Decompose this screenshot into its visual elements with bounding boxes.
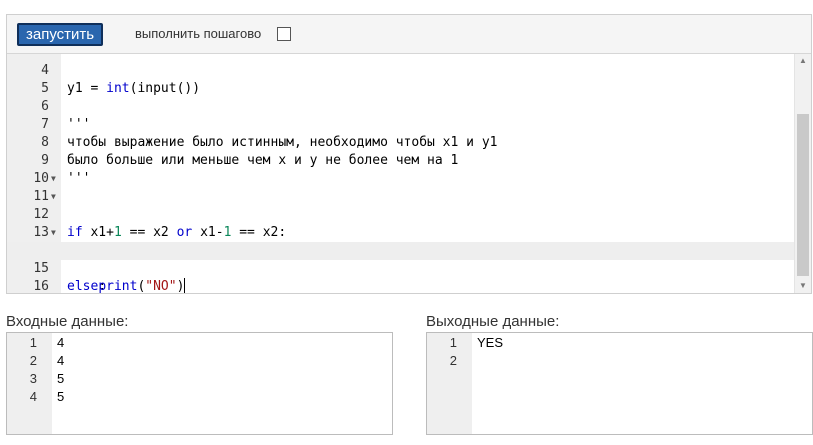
run-button[interactable]: запустить xyxy=(17,23,104,46)
output-line[interactable]: 1 YES xyxy=(427,334,812,352)
code-line[interactable]: 11 ▼ if x1+1 == x2 or x1-1 == x2: xyxy=(7,170,795,240)
input-line[interactable]: 1 4 xyxy=(7,334,392,352)
code-line[interactable]: 7 чтобы выражение было истинным, необход… xyxy=(7,98,795,150)
code-line[interactable]: 12 ▼ if y1+1 == y2 or y1-1 == y2: xyxy=(7,188,795,258)
line-number: 1 xyxy=(449,335,457,350)
vertical-scrollbar[interactable]: ▲ ▼ xyxy=(794,54,811,293)
fold-arrow-icon[interactable]: ▼ xyxy=(51,188,56,206)
code-line[interactable]: 4 y1 = int(input()) xyxy=(7,54,795,96)
code-line[interactable]: 14 ▼ else: xyxy=(7,224,795,293)
output-label: Выходные данные: xyxy=(426,313,560,330)
input-line[interactable]: 4 5 xyxy=(7,388,392,406)
code-line[interactable]: 17 xyxy=(7,278,795,293)
line-number: 1 xyxy=(29,335,37,350)
scroll-up-arrow-icon[interactable]: ▲ xyxy=(795,54,811,68)
fold-arrow-icon[interactable]: ▼ xyxy=(51,224,56,242)
code-line[interactable]: 10 xyxy=(7,152,795,186)
line-number: 4 xyxy=(29,389,37,404)
toolbar: запустить выполнить пошагово xyxy=(7,15,811,54)
output-value: YES xyxy=(477,335,504,350)
input-value: 5 xyxy=(57,371,65,386)
code-line[interactable]: 8 было больше или меньше чем x и y не бо… xyxy=(7,116,795,168)
line-number: 2 xyxy=(449,353,457,368)
input-editor[interactable]: 1 4 2 4 3 5 4 5 xyxy=(6,332,393,435)
code-line-active[interactable]: 15 print("NO") xyxy=(7,242,795,293)
code-line[interactable]: 9 ''' xyxy=(7,134,795,186)
code-line[interactable]: 6 ''' xyxy=(7,80,795,132)
input-line[interactable]: 3 5 xyxy=(7,370,392,388)
line-number: 2 xyxy=(29,353,37,368)
line-number: 3 xyxy=(29,371,37,386)
input-value: 5 xyxy=(57,389,65,404)
input-line[interactable]: 2 4 xyxy=(7,352,392,370)
step-mode-label: выполнить пошагово xyxy=(135,26,262,41)
output-editor[interactable]: 1 YES 2 xyxy=(426,332,813,435)
code-editor[interactable]: 4 y1 = int(input()) 5 6 ''' 7 чтобы выра… xyxy=(7,54,795,293)
step-mode-checkbox[interactable] xyxy=(277,27,291,41)
input-label: Входные данные: xyxy=(6,313,129,330)
scroll-down-arrow-icon[interactable]: ▼ xyxy=(795,279,811,293)
code-line[interactable]: 16 xyxy=(7,260,795,293)
output-line[interactable]: 2 xyxy=(427,352,812,370)
input-value: 4 xyxy=(57,353,65,368)
code-line[interactable]: 5 xyxy=(7,62,795,96)
scrollbar-thumb[interactable] xyxy=(797,114,809,276)
code-line[interactable]: 13 print("YES") xyxy=(7,206,795,258)
fold-arrow-icon[interactable]: ▼ xyxy=(51,170,56,188)
code-editor-panel: запустить выполнить пошагово 4 y1 = int(… xyxy=(6,14,812,294)
input-value: 4 xyxy=(57,335,65,350)
